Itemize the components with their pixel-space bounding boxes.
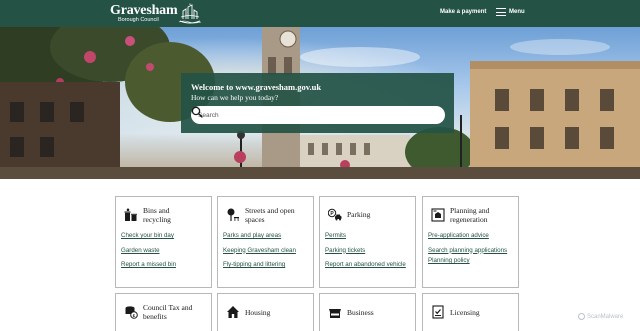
card-title: Council Tax and benefits [143, 303, 193, 321]
card-planning-regeneration: Planning and regeneration Pre-applicatio… [422, 196, 519, 288]
logo-subtitle: Borough Council [118, 17, 159, 23]
card-link[interactable]: Fly-tipping and littering [223, 261, 311, 269]
welcome-heading: Welcome to www.gravesham.gov.uk [191, 82, 322, 92]
hamburger-icon [496, 8, 506, 16]
card-streets-open-spaces: Streets and open spaces Parks and play a… [217, 196, 314, 288]
card-link[interactable]: Parks and play areas [223, 232, 311, 240]
make-payment-link[interactable]: Make a payment [440, 9, 486, 15]
scanmalware-watermark: ScanMalware [578, 313, 623, 320]
council-tax-icon: £ [125, 306, 138, 319]
business-icon [329, 309, 341, 318]
licensing-icon [432, 305, 444, 319]
search-icon[interactable] [191, 106, 203, 118]
card-link[interactable]: Parking tickets [325, 247, 413, 255]
card-title: Housing [245, 308, 271, 317]
card-parking: P Parking Permits Parking tickets Report… [319, 196, 416, 288]
card-title: Parking [347, 210, 371, 219]
card-link[interactable]: Keeping Gravesham clean [223, 247, 311, 255]
card-bins-recycling: Bins and recycling Check your bin day Ga… [115, 196, 212, 288]
card-council-tax-benefits: £ Council Tax and benefits [115, 293, 212, 331]
crest-icon [178, 3, 202, 24]
card-link[interactable]: Report a missed bin [121, 261, 209, 269]
card-title: Bins and recycling [143, 206, 171, 224]
card-title: Licensing [450, 308, 480, 317]
card-title: Planning and regeneration [450, 206, 490, 224]
house-icon [227, 306, 239, 318]
card-link[interactable]: Search planning applications [428, 247, 516, 255]
card-business: Business [319, 293, 416, 331]
planning-icon [431, 208, 445, 222]
menu-button[interactable]: Menu [496, 8, 525, 16]
card-title: Streets and open spaces [245, 206, 295, 224]
watermark-icon [578, 313, 585, 320]
card-link[interactable]: Garden waste [121, 247, 209, 255]
card-link[interactable]: Report an abandoned vehicle [325, 261, 413, 269]
search-box [191, 106, 445, 124]
menu-label: Menu [509, 9, 525, 15]
card-link[interactable]: Pre-application advice [428, 232, 516, 240]
bins-icon [124, 208, 137, 221]
welcome-subheading: How can we help you today? [191, 93, 279, 102]
parking-icon: P [328, 208, 342, 221]
logo-text: Gravesham Borough Council [110, 3, 178, 25]
card-link[interactable]: Planning policy [428, 257, 516, 265]
card-link[interactable]: Check your bin day [121, 232, 209, 240]
card-housing: Housing [217, 293, 314, 331]
search-input[interactable] [198, 110, 418, 120]
council-logo[interactable]: Gravesham Borough Council [110, 3, 203, 25]
card-title: Business [347, 308, 374, 317]
hero-banner: Welcome to www.gravesham.gov.uk How can … [0, 27, 640, 179]
streets-icon [227, 208, 239, 221]
card-link[interactable]: Permits [325, 232, 413, 240]
site-header: Gravesham Borough Council Make a payment… [0, 0, 640, 27]
search-panel: Welcome to www.gravesham.gov.uk How can … [181, 73, 454, 133]
watermark-text: ScanMalware [587, 313, 624, 320]
card-licensing: Licensing [422, 293, 519, 331]
